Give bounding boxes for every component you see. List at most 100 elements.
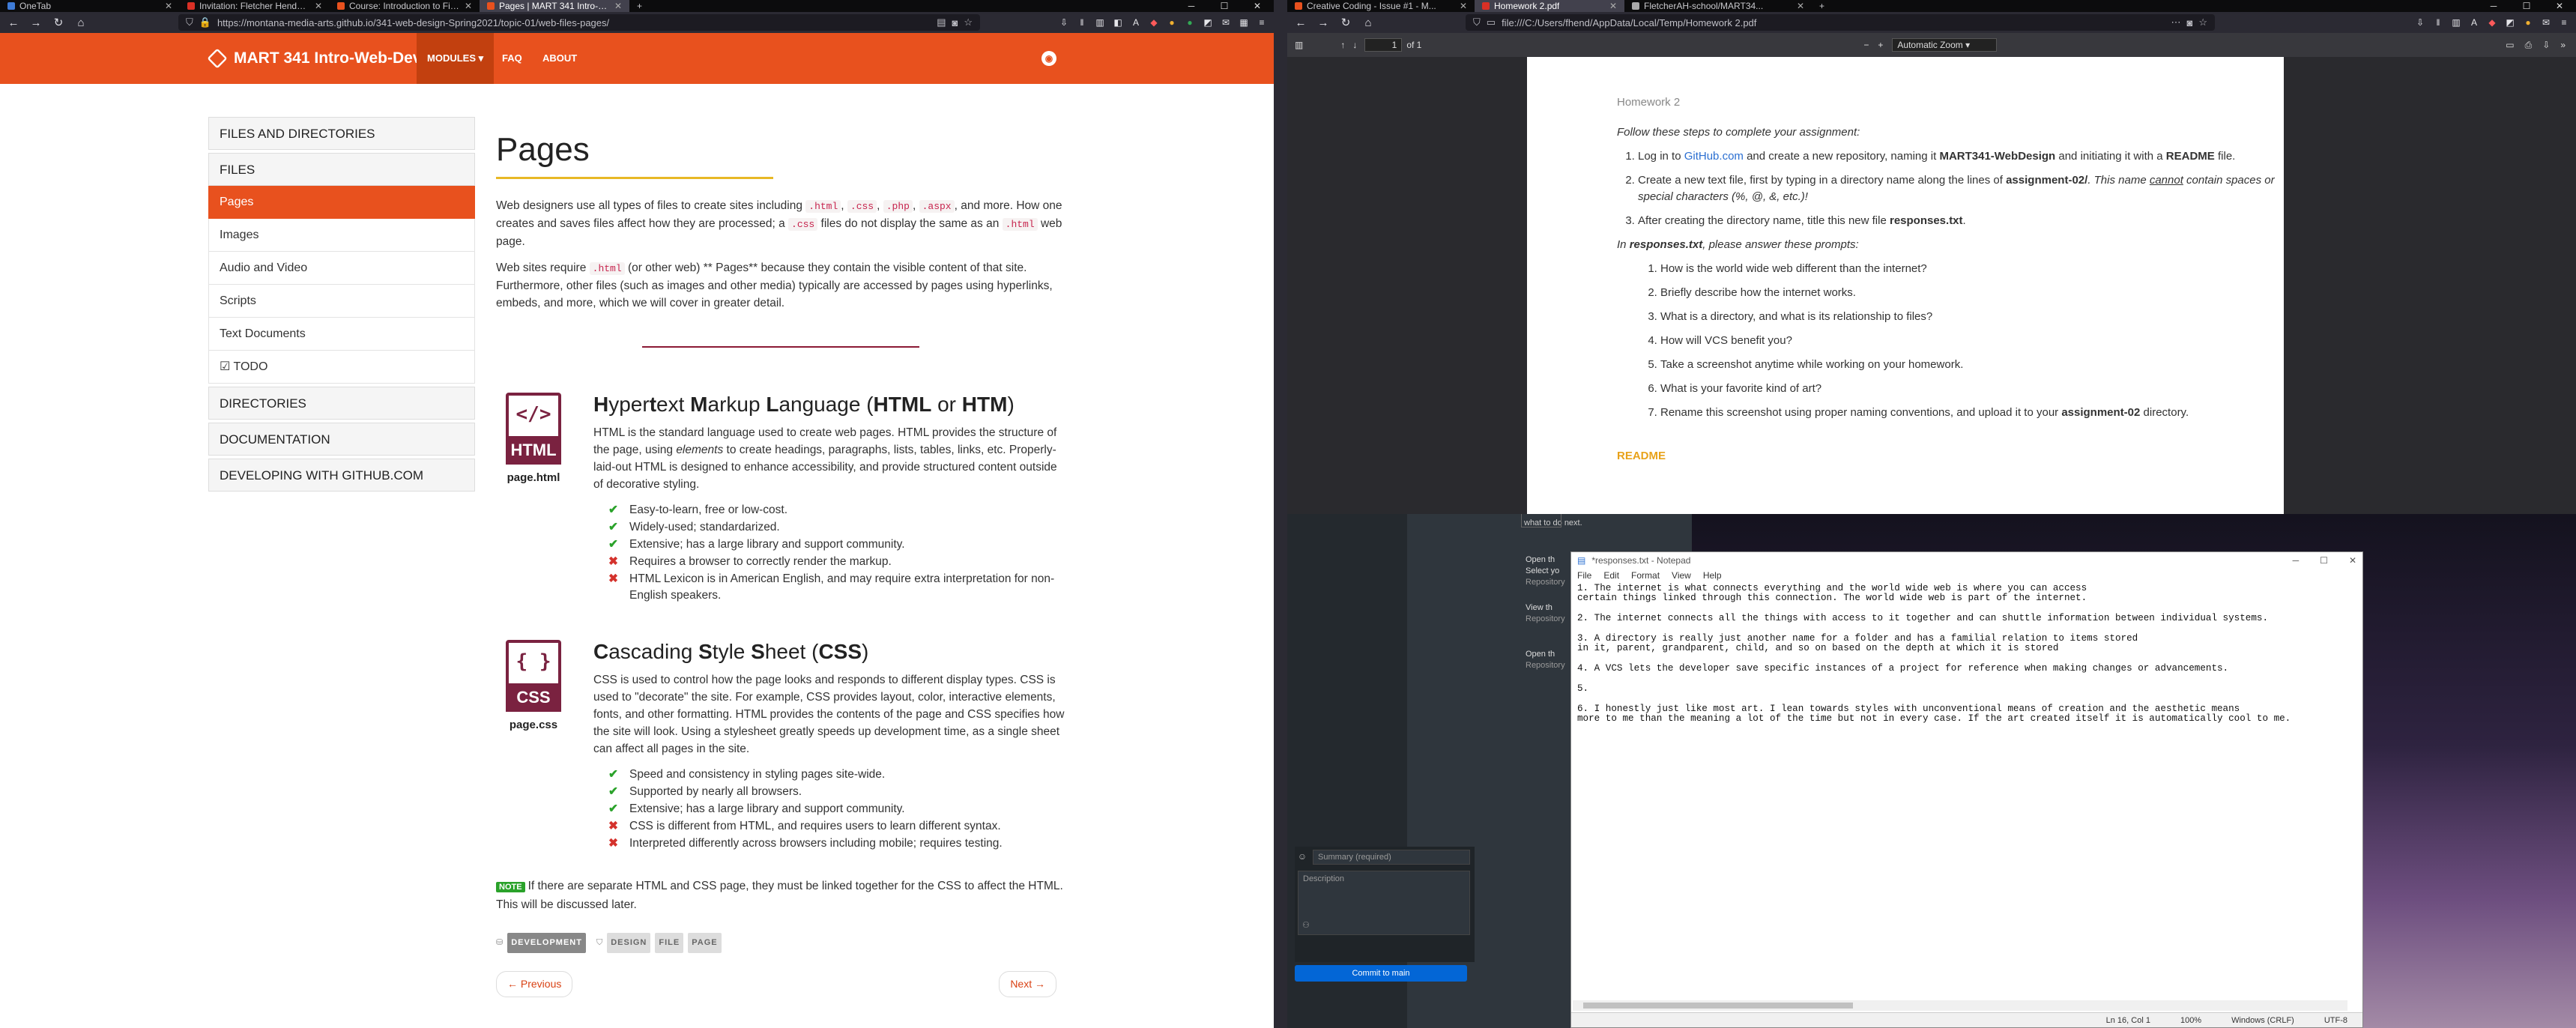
download-icon[interactable]: ⇩ — [2414, 17, 2426, 28]
tab-close-icon[interactable]: ✕ — [315, 1, 322, 11]
back-icon[interactable]: ← — [1293, 16, 1308, 29]
sidebar-item-images[interactable]: Images — [208, 219, 475, 252]
next-button[interactable]: Next → — [999, 971, 1056, 997]
home-icon[interactable]: ⌂ — [73, 16, 88, 29]
site-brand[interactable]: MART 341 Intro-Web-Dev — [207, 33, 421, 84]
gh-open-card-2[interactable]: Open th Repository — [1526, 649, 1565, 671]
sidebar-toggle-icon[interactable]: ▥ — [1295, 40, 1303, 50]
back-icon[interactable]: ← — [6, 16, 21, 29]
extension-icon[interactable]: ◆ — [2486, 17, 2498, 28]
left-url-bar[interactable]: ⛉ 🔒 https://montana-media-arts.github.io… — [178, 14, 980, 31]
pocket-icon[interactable]: ◙ — [952, 17, 958, 28]
more-icon[interactable]: ⋯ — [2171, 16, 2180, 28]
tab-close-icon[interactable]: ✕ — [1460, 1, 1467, 11]
next-page-icon[interactable]: ↓ — [1352, 40, 1357, 50]
previous-button[interactable]: ← Previous — [496, 971, 573, 997]
browser-tab[interactable]: Invitation: Fletcher Henderson @ ... ✕ — [180, 0, 330, 12]
extension-icon[interactable]: ✉ — [2540, 17, 2552, 28]
gh-view-card[interactable]: View th Repository — [1526, 602, 1565, 625]
category-tag[interactable]: DEVELOPMENT — [507, 933, 586, 953]
maximize-icon[interactable]: ☐ — [1208, 0, 1241, 12]
zoom-in-icon[interactable]: + — [1878, 40, 1883, 50]
browser-tab[interactable]: Pages | MART 341 Intro-Web-D... ✕ — [480, 0, 629, 12]
new-tab-button[interactable]: + — [629, 0, 650, 12]
commit-button[interactable]: Commit to main — [1295, 965, 1467, 982]
save-icon[interactable]: ⇩ — [2542, 40, 2550, 51]
extension-icon[interactable]: ✉ — [1220, 17, 1232, 28]
reload-icon[interactable]: ↻ — [51, 16, 66, 29]
sidebar-group-files-and-directories[interactable]: FILES AND DIRECTORIES — [208, 117, 475, 150]
right-url-bar[interactable]: ⛉ ▭ file:///C:/Users/fhend/AppData/Local… — [1466, 14, 2215, 31]
extension-icon[interactable]: ◩ — [1202, 17, 1214, 28]
summary-input[interactable]: Summary (required) — [1313, 850, 1470, 865]
extension-icon[interactable]: ◩ — [2504, 17, 2516, 28]
library-icon[interactable]: ‖ — [2432, 17, 2444, 28]
extension-icon[interactable]: ▦ — [1238, 17, 1250, 28]
sidebar-item-pages[interactable]: Pages — [208, 186, 475, 219]
browser-tab[interactable]: Homework 2.pdf ✕ — [1475, 0, 1624, 12]
extension-icon[interactable]: A — [2468, 17, 2480, 28]
close-icon[interactable]: ✕ — [2543, 0, 2576, 12]
pocket-icon[interactable]: ◙ — [2186, 17, 2192, 28]
reload-icon[interactable]: ↻ — [1338, 16, 1353, 29]
print-icon[interactable]: ⎙ — [2525, 40, 2533, 51]
close-icon[interactable]: ✕ — [2349, 555, 2356, 566]
close-icon[interactable]: ✕ — [1241, 0, 1274, 12]
forward-icon[interactable]: → — [28, 16, 43, 29]
library-icon[interactable]: ‖ — [1076, 17, 1088, 28]
sidebar-icon[interactable]: ▥ — [1094, 17, 1106, 28]
description-input[interactable]: Description — [1298, 871, 1470, 935]
bookmark-star-icon[interactable]: ☆ — [2198, 16, 2207, 28]
present-icon[interactable]: ▭ — [2506, 40, 2514, 51]
maximize-icon[interactable]: ☐ — [2510, 0, 2543, 12]
menu-edit[interactable]: Edit — [1603, 570, 1619, 581]
add-coauthor-icon[interactable]: ⚇ — [1302, 920, 1310, 930]
horizontal-scrollbar[interactable] — [1573, 1000, 2347, 1011]
zoom-out-icon[interactable]: − — [1863, 40, 1869, 50]
previous-page-icon[interactable]: ↑ — [1340, 40, 1345, 50]
tab-close-icon[interactable]: ✕ — [1797, 1, 1804, 11]
sidebar-group-directories[interactable]: DIRECTORIES — [208, 387, 475, 420]
github-link[interactable]: GitHub.com — [1684, 150, 1744, 163]
notepad-text-area[interactable]: 1. The internet is what connects everyth… — [1571, 582, 2362, 726]
github-icon[interactable]: ◉ — [1041, 51, 1056, 66]
sidebar-item-todo[interactable]: ☑ TODO — [208, 351, 475, 384]
sidebar-icon[interactable]: ▥ — [2450, 17, 2462, 28]
scrollbar-thumb[interactable] — [1583, 1003, 1853, 1009]
browser-tab[interactable]: FletcherAH-school/MART34... ✕ — [1624, 0, 1812, 12]
forward-icon[interactable]: → — [1316, 16, 1331, 29]
menu-icon[interactable]: ≡ — [2558, 17, 2570, 28]
nav-faq[interactable]: FAQ — [492, 33, 533, 84]
download-icon[interactable]: ⇩ — [1058, 17, 1070, 28]
zoom-select[interactable]: Automatic Zoom ▾ — [1892, 38, 1998, 52]
reader-icon[interactable]: ▤ — [937, 16, 946, 28]
minimize-icon[interactable]: ─ — [2477, 0, 2510, 12]
extension-icon[interactable]: ◧ — [1112, 17, 1124, 28]
gh-open-card-1[interactable]: Open th Select yo Repository — [1526, 554, 1565, 588]
extension-icon[interactable]: ◆ — [1148, 17, 1160, 28]
tag-design[interactable]: DESIGN — [607, 933, 651, 953]
home-icon[interactable]: ⌂ — [1361, 16, 1376, 29]
extension-icon[interactable]: A — [1130, 17, 1142, 28]
browser-tab[interactable]: Course: Introduction to Film D... ✕ — [330, 0, 480, 12]
extension-icon[interactable]: ● — [1184, 17, 1196, 28]
bookmark-star-icon[interactable]: ☆ — [964, 16, 973, 28]
sidebar-group-documentation[interactable]: DOCUMENTATION — [208, 423, 475, 456]
sidebar-group-developing[interactable]: DEVELOPING WITH GITHUB.COM — [208, 459, 475, 492]
tab-close-icon[interactable]: ✕ — [614, 1, 622, 11]
minimize-icon[interactable]: ─ — [2293, 555, 2300, 566]
sidebar-group-files[interactable]: FILES — [208, 153, 475, 186]
nav-about[interactable]: ABOUT — [532, 33, 587, 84]
browser-tab[interactable]: Creative Coding - Issue #1 - M... ✕ — [1287, 0, 1475, 12]
page-number-input[interactable]: 1 — [1364, 38, 1403, 52]
extension-icon[interactable]: ● — [1166, 17, 1178, 28]
menu-format[interactable]: Format — [1631, 570, 1660, 581]
tools-icon[interactable]: » — [2560, 40, 2566, 51]
menu-help[interactable]: Help — [1703, 570, 1722, 581]
tab-close-icon[interactable]: ✕ — [165, 1, 172, 11]
new-tab-button[interactable]: + — [1812, 0, 1832, 12]
menu-icon[interactable]: ≡ — [1256, 17, 1268, 28]
minimize-icon[interactable]: ─ — [1175, 0, 1208, 12]
nav-modules[interactable]: MODULES ▾ — [417, 33, 495, 84]
sidebar-item-text-documents[interactable]: Text Documents — [208, 318, 475, 351]
